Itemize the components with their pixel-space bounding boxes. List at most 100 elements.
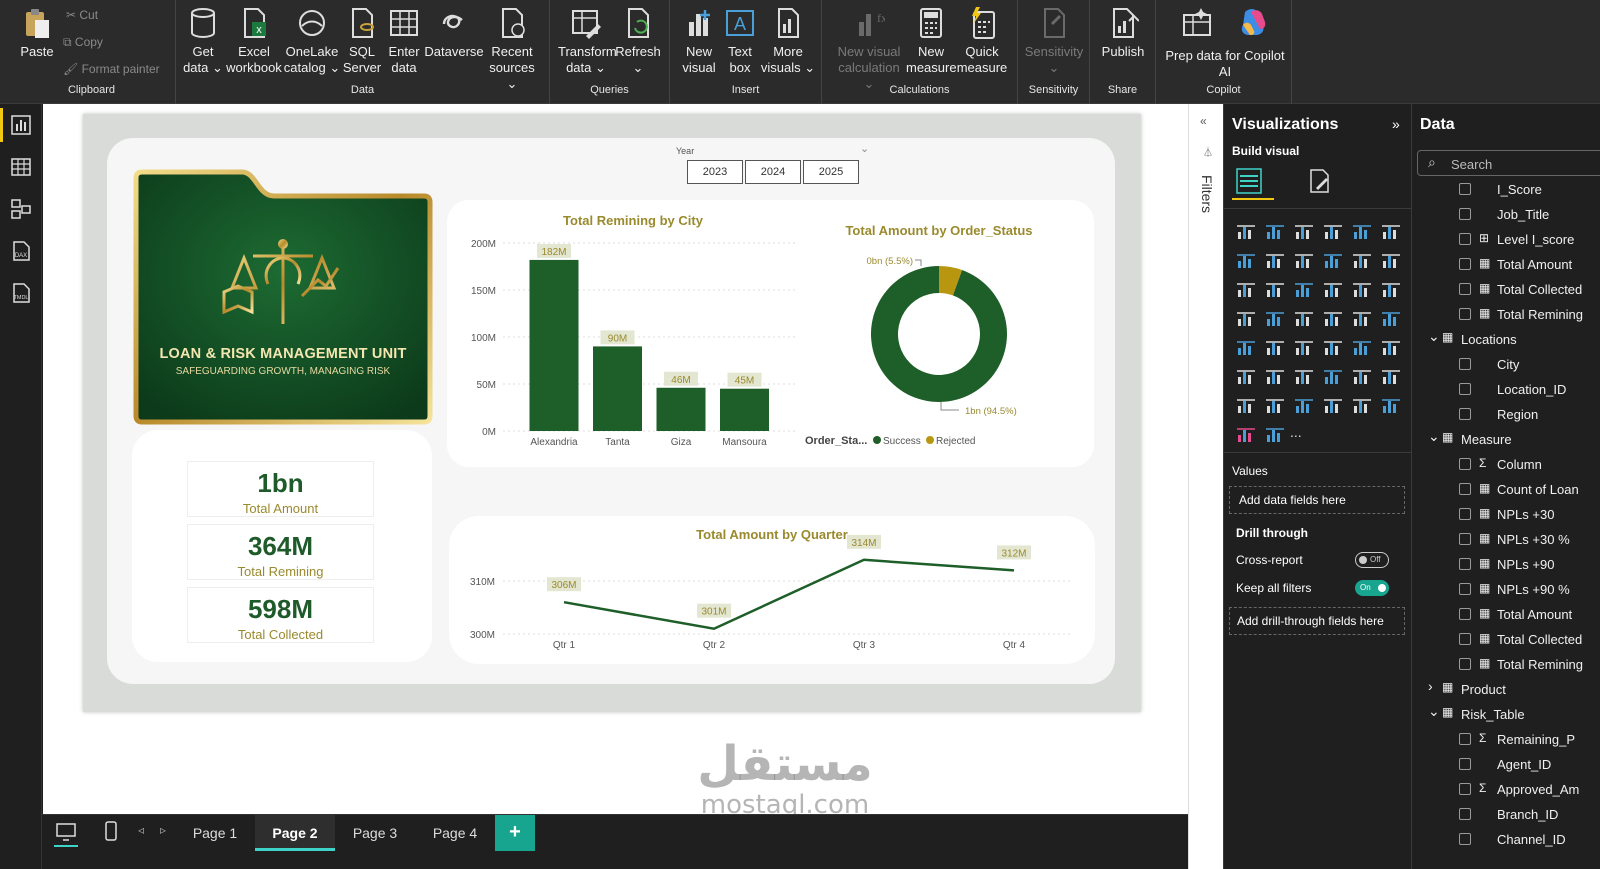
visual-type-icon[interactable] bbox=[1265, 222, 1285, 240]
visual-type-icon[interactable] bbox=[1294, 222, 1314, 240]
get-data-button[interactable]: Get data ⌄ bbox=[180, 6, 226, 76]
dax-query-view-icon[interactable]: DAX bbox=[10, 240, 32, 262]
field-checkbox[interactable] bbox=[1459, 383, 1471, 395]
field-checkbox[interactable] bbox=[1459, 533, 1471, 545]
filters-pane-collapsed[interactable]: « ⏃ Filters bbox=[1188, 104, 1223, 869]
slicer-option[interactable]: 2023 bbox=[687, 160, 743, 184]
visual-type-icon[interactable] bbox=[1294, 280, 1314, 298]
visual-type-icon[interactable] bbox=[1265, 367, 1285, 385]
visual-type-icon[interactable] bbox=[1236, 338, 1256, 356]
visual-type-icon[interactable] bbox=[1265, 338, 1285, 356]
visual-type-icon[interactable] bbox=[1294, 309, 1314, 327]
new-visual-button[interactable]: New visual bbox=[676, 6, 722, 76]
refresh-button[interactable]: Refresh ⌄ bbox=[614, 6, 662, 76]
visual-type-icon[interactable] bbox=[1236, 425, 1256, 443]
field-checkbox[interactable] bbox=[1459, 808, 1471, 820]
page-tab[interactable]: Page 4 bbox=[415, 815, 495, 851]
field-checkbox[interactable] bbox=[1459, 233, 1471, 245]
visual-type-icon[interactable] bbox=[1381, 309, 1401, 327]
format-visual-icon[interactable] bbox=[1306, 168, 1332, 194]
table-view-icon[interactable] bbox=[10, 156, 32, 178]
values-drop-zone[interactable]: Add data fields here bbox=[1229, 486, 1405, 514]
field-checkbox[interactable] bbox=[1459, 758, 1471, 770]
field-checkbox[interactable] bbox=[1459, 458, 1471, 470]
chevron-down-icon[interactable]: ⌄ bbox=[1428, 328, 1440, 345]
recent-sources-button[interactable]: Recent sources ⌄ bbox=[484, 6, 540, 92]
quick-measure-button[interactable]: Quick measure bbox=[956, 6, 1008, 76]
visual-type-icon[interactable] bbox=[1323, 251, 1343, 269]
more-visuals-ellipsis[interactable]: ... bbox=[1290, 424, 1302, 440]
build-visual-tab[interactable] bbox=[1232, 164, 1274, 200]
slicer-option[interactable]: 2024 bbox=[745, 160, 801, 184]
sensitivity-button[interactable]: Sensitivity ⌄ bbox=[1022, 6, 1086, 76]
text-box-button[interactable]: A Text box bbox=[722, 6, 758, 76]
field-checkbox[interactable] bbox=[1459, 583, 1471, 595]
visual-type-icon[interactable] bbox=[1265, 425, 1285, 443]
visual-type-icon[interactable] bbox=[1323, 367, 1343, 385]
previous-page-icon[interactable]: ◃ bbox=[138, 823, 144, 837]
visual-type-icon[interactable] bbox=[1294, 338, 1314, 356]
visual-type-icon[interactable] bbox=[1323, 309, 1343, 327]
next-page-icon[interactable]: ▹ bbox=[160, 823, 166, 837]
field-checkbox[interactable] bbox=[1459, 408, 1471, 420]
visual-type-icon[interactable] bbox=[1323, 222, 1343, 240]
excel-workbook-button[interactable]: x Excel workbook bbox=[226, 6, 282, 76]
visual-type-icon[interactable] bbox=[1323, 280, 1343, 298]
visual-type-icon[interactable] bbox=[1236, 309, 1256, 327]
keep-all-filters-toggle[interactable]: On bbox=[1355, 580, 1389, 596]
field-checkbox[interactable] bbox=[1459, 183, 1471, 195]
field-checkbox[interactable] bbox=[1459, 608, 1471, 620]
cut-button[interactable]: ✂ Cut bbox=[66, 8, 98, 22]
visual-type-icon[interactable] bbox=[1323, 396, 1343, 414]
paste-button[interactable]: Paste bbox=[14, 6, 60, 60]
visual-type-icon[interactable] bbox=[1381, 280, 1401, 298]
enter-data-button[interactable]: Enter data bbox=[384, 6, 424, 76]
visual-type-icon[interactable] bbox=[1265, 280, 1285, 298]
more-visuals-button[interactable]: More visuals ⌄ bbox=[760, 6, 816, 76]
visual-type-icon[interactable] bbox=[1381, 251, 1401, 269]
visual-type-icon[interactable] bbox=[1381, 367, 1401, 385]
onelake-catalog-button[interactable]: OneLake catalog ⌄ bbox=[282, 6, 342, 76]
visual-type-icon[interactable] bbox=[1323, 338, 1343, 356]
chevron-right-icon[interactable]: › bbox=[1428, 678, 1433, 694]
visual-type-icon[interactable] bbox=[1352, 396, 1372, 414]
field-checkbox[interactable] bbox=[1459, 283, 1471, 295]
visual-type-icon[interactable] bbox=[1352, 251, 1372, 269]
new-measure-button[interactable]: New measure bbox=[906, 6, 957, 76]
visual-type-icon[interactable] bbox=[1236, 251, 1256, 269]
field-checkbox[interactable] bbox=[1459, 483, 1471, 495]
visual-type-icon[interactable] bbox=[1381, 338, 1401, 356]
expand-filters-icon[interactable]: « bbox=[1200, 114, 1207, 128]
field-checkbox[interactable] bbox=[1459, 258, 1471, 270]
cross-report-toggle[interactable]: Off bbox=[1355, 552, 1389, 568]
page-tab[interactable]: Page 3 bbox=[335, 815, 415, 851]
mobile-layout-icon[interactable] bbox=[104, 821, 118, 841]
copy-button[interactable]: ⧉ Copy bbox=[63, 35, 103, 50]
visual-type-icon[interactable] bbox=[1381, 222, 1401, 240]
dataverse-button[interactable]: Dataverse bbox=[424, 6, 484, 60]
field-checkbox[interactable] bbox=[1459, 508, 1471, 520]
field-checkbox[interactable] bbox=[1459, 208, 1471, 220]
field-checkbox[interactable] bbox=[1459, 308, 1471, 320]
visual-type-icon[interactable] bbox=[1294, 251, 1314, 269]
report-view-icon[interactable] bbox=[10, 114, 32, 136]
visual-type-icon[interactable] bbox=[1294, 396, 1314, 414]
field-checkbox[interactable] bbox=[1459, 733, 1471, 745]
new-visual-calculation-button[interactable]: fx New visual calculation ⌄ bbox=[834, 6, 904, 92]
visual-type-icon[interactable] bbox=[1265, 251, 1285, 269]
visual-type-icon[interactable] bbox=[1236, 222, 1256, 240]
visual-type-icon[interactable] bbox=[1381, 396, 1401, 414]
tmdl-view-icon[interactable]: TMDL bbox=[10, 282, 32, 304]
visual-type-icon[interactable] bbox=[1294, 367, 1314, 385]
slicer-chevron-icon[interactable]: ⌄ bbox=[860, 142, 869, 155]
visual-type-icon[interactable] bbox=[1352, 309, 1372, 327]
visual-type-icon[interactable] bbox=[1352, 367, 1372, 385]
desktop-layout-icon[interactable] bbox=[56, 823, 76, 841]
drill-through-drop-zone[interactable]: Add drill-through fields here bbox=[1229, 607, 1405, 635]
add-page-button[interactable]: + bbox=[495, 815, 535, 851]
slicer-option[interactable]: 2025 bbox=[803, 160, 859, 184]
page-tab-active[interactable]: Page 2 bbox=[255, 815, 335, 851]
field-checkbox[interactable] bbox=[1459, 358, 1471, 370]
model-view-icon[interactable] bbox=[10, 198, 32, 220]
format-painter-button[interactable]: 🖌 Format painter bbox=[63, 62, 160, 76]
